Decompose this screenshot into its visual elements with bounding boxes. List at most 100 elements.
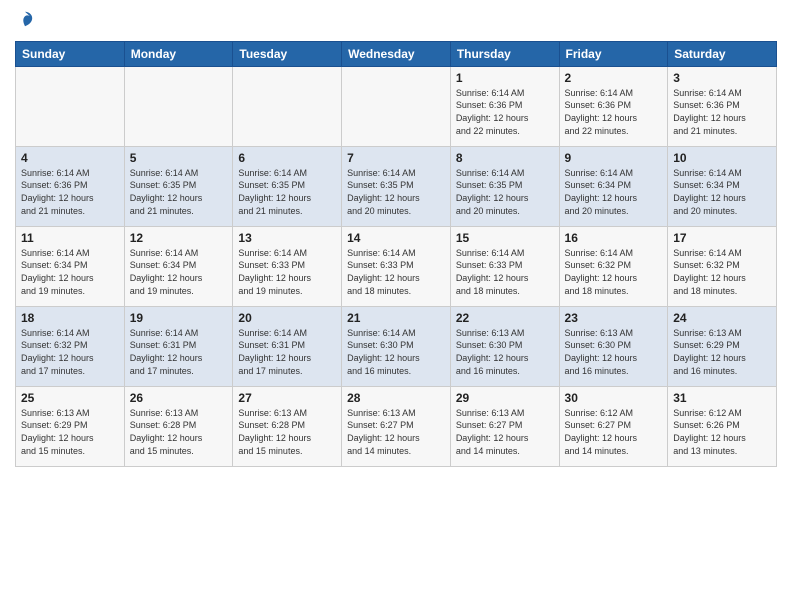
day-number: 16 xyxy=(565,231,663,245)
weekday-header-row: SundayMondayTuesdayWednesdayThursdayFrid… xyxy=(16,41,777,66)
calendar-cell: 26Sunrise: 6:13 AM Sunset: 6:28 PM Dayli… xyxy=(124,386,233,466)
calendar-cell: 4 Sunrise: 6:14 AM Sunset: 6:36 PM Daylig… xyxy=(16,146,125,226)
day-number: 31 xyxy=(673,391,771,405)
day-number: 29 xyxy=(456,391,554,405)
day-number: 15 xyxy=(456,231,554,245)
day-number: 24 xyxy=(673,311,771,325)
day-info: Sunrise: 6:14 AM Sunset: 6:35 PM Dayligh… xyxy=(238,167,336,217)
day-info: Sunrise: 6:12 AM Sunset: 6:27 PM Dayligh… xyxy=(565,407,663,457)
day-info: Sunrise: 6:14 AM Sunset: 6:31 PM Dayligh… xyxy=(238,327,336,377)
calendar-week-row: 1 Sunrise: 6:14 AM Sunset: 6:36 PM Daylig… xyxy=(16,66,777,146)
calendar-table: SundayMondayTuesdayWednesdayThursdayFrid… xyxy=(15,41,777,467)
day-info: Sunrise: 6:14 AM Sunset: 6:34 PM Dayligh… xyxy=(673,167,771,217)
calendar-cell xyxy=(16,66,125,146)
day-number: 4 xyxy=(21,151,119,165)
day-info: Sunrise: 6:14 AM Sunset: 6:36 PM Dayligh… xyxy=(21,167,119,217)
weekday-header-friday: Friday xyxy=(559,41,668,66)
day-number: 6 xyxy=(238,151,336,165)
calendar-cell xyxy=(342,66,451,146)
day-number: 30 xyxy=(565,391,663,405)
weekday-header-thursday: Thursday xyxy=(450,41,559,66)
calendar-cell: 2Sunrise: 6:14 AM Sunset: 6:36 PM Daylig… xyxy=(559,66,668,146)
day-number: 27 xyxy=(238,391,336,405)
calendar-cell: 13Sunrise: 6:14 AM Sunset: 6:33 PM Dayli… xyxy=(233,226,342,306)
day-info: Sunrise: 6:13 AM Sunset: 6:29 PM Dayligh… xyxy=(673,327,771,377)
calendar-cell: 8Sunrise: 6:14 AM Sunset: 6:35 PM Daylig… xyxy=(450,146,559,226)
day-info: Sunrise: 6:14 AM Sunset: 6:34 PM Dayligh… xyxy=(21,247,119,297)
day-info: Sunrise: 6:13 AM Sunset: 6:30 PM Dayligh… xyxy=(565,327,663,377)
day-info: Sunrise: 6:13 AM Sunset: 6:29 PM Dayligh… xyxy=(21,407,119,457)
day-number: 23 xyxy=(565,311,663,325)
calendar-cell: 10 Sunrise: 6:14 AM Sunset: 6:34 PM Dayli… xyxy=(668,146,777,226)
logo xyxy=(15,10,34,33)
logo-text xyxy=(15,10,34,33)
calendar-week-row: 11 Sunrise: 6:14 AM Sunset: 6:34 PM Dayli… xyxy=(16,226,777,306)
day-number: 2 xyxy=(565,71,663,85)
day-info: Sunrise: 6:14 AM Sunset: 6:31 PM Dayligh… xyxy=(130,327,228,377)
day-info: Sunrise: 6:13 AM Sunset: 6:30 PM Dayligh… xyxy=(456,327,554,377)
day-number: 1 xyxy=(456,71,554,85)
day-number: 13 xyxy=(238,231,336,245)
weekday-header-tuesday: Tuesday xyxy=(233,41,342,66)
header xyxy=(15,10,777,33)
calendar-cell: 5 Sunrise: 6:14 AM Sunset: 6:35 PM Daylig… xyxy=(124,146,233,226)
weekday-header-wednesday: Wednesday xyxy=(342,41,451,66)
day-number: 19 xyxy=(130,311,228,325)
calendar-cell: 18Sunrise: 6:14 AM Sunset: 6:32 PM Dayli… xyxy=(16,306,125,386)
day-number: 17 xyxy=(673,231,771,245)
calendar-cell: 7 Sunrise: 6:14 AM Sunset: 6:35 PM Daylig… xyxy=(342,146,451,226)
day-number: 8 xyxy=(456,151,554,165)
calendar-cell: 3 Sunrise: 6:14 AM Sunset: 6:36 PM Daylig… xyxy=(668,66,777,146)
calendar-week-row: 25 Sunrise: 6:13 AM Sunset: 6:29 PM Dayli… xyxy=(16,386,777,466)
calendar-cell: 12Sunrise: 6:14 AM Sunset: 6:34 PM Dayli… xyxy=(124,226,233,306)
day-number: 9 xyxy=(565,151,663,165)
calendar-cell: 14Sunrise: 6:14 AM Sunset: 6:33 PM Dayli… xyxy=(342,226,451,306)
day-info: Sunrise: 6:13 AM Sunset: 6:27 PM Dayligh… xyxy=(456,407,554,457)
calendar-cell: 24 Sunrise: 6:13 AM Sunset: 6:29 PM Dayli… xyxy=(668,306,777,386)
day-info: Sunrise: 6:14 AM Sunset: 6:34 PM Dayligh… xyxy=(565,167,663,217)
calendar-cell: 17 Sunrise: 6:14 AM Sunset: 6:32 PM Dayli… xyxy=(668,226,777,306)
day-info: Sunrise: 6:14 AM Sunset: 6:35 PM Dayligh… xyxy=(130,167,228,217)
day-number: 25 xyxy=(21,391,119,405)
calendar-cell: 27 Sunrise: 6:13 AM Sunset: 6:28 PM Dayli… xyxy=(233,386,342,466)
day-number: 22 xyxy=(456,311,554,325)
day-info: Sunrise: 6:14 AM Sunset: 6:33 PM Dayligh… xyxy=(456,247,554,297)
calendar-cell: 16 Sunrise: 6:14 AM Sunset: 6:32 PM Dayli… xyxy=(559,226,668,306)
day-number: 20 xyxy=(238,311,336,325)
calendar-week-row: 18Sunrise: 6:14 AM Sunset: 6:32 PM Dayli… xyxy=(16,306,777,386)
calendar-cell: 29 Sunrise: 6:13 AM Sunset: 6:27 PM Dayli… xyxy=(450,386,559,466)
day-info: Sunrise: 6:14 AM Sunset: 6:34 PM Dayligh… xyxy=(130,247,228,297)
calendar-week-row: 4 Sunrise: 6:14 AM Sunset: 6:36 PM Daylig… xyxy=(16,146,777,226)
calendar-cell: 20 Sunrise: 6:14 AM Sunset: 6:31 PM Dayli… xyxy=(233,306,342,386)
day-info: Sunrise: 6:14 AM Sunset: 6:32 PM Dayligh… xyxy=(21,327,119,377)
calendar-cell: 23 Sunrise: 6:13 AM Sunset: 6:30 PM Dayli… xyxy=(559,306,668,386)
day-info: Sunrise: 6:14 AM Sunset: 6:32 PM Dayligh… xyxy=(673,247,771,297)
day-info: Sunrise: 6:14 AM Sunset: 6:36 PM Dayligh… xyxy=(673,87,771,137)
calendar-cell: 1Sunrise: 6:14 AM Sunset: 6:36 PM Daylig… xyxy=(450,66,559,146)
day-info: Sunrise: 6:12 AM Sunset: 6:26 PM Dayligh… xyxy=(673,407,771,457)
calendar-cell: 19 Sunrise: 6:14 AM Sunset: 6:31 PM Dayli… xyxy=(124,306,233,386)
day-info: Sunrise: 6:13 AM Sunset: 6:27 PM Dayligh… xyxy=(347,407,445,457)
day-number: 21 xyxy=(347,311,445,325)
day-info: Sunrise: 6:14 AM Sunset: 6:32 PM Dayligh… xyxy=(565,247,663,297)
day-number: 10 xyxy=(673,151,771,165)
day-number: 7 xyxy=(347,151,445,165)
weekday-header-sunday: Sunday xyxy=(16,41,125,66)
day-number: 11 xyxy=(21,231,119,245)
calendar-cell: 30 Sunrise: 6:12 AM Sunset: 6:27 PM Dayli… xyxy=(559,386,668,466)
calendar-cell: 9 Sunrise: 6:14 AM Sunset: 6:34 PM Daylig… xyxy=(559,146,668,226)
calendar-cell xyxy=(124,66,233,146)
day-number: 3 xyxy=(673,71,771,85)
day-info: Sunrise: 6:14 AM Sunset: 6:35 PM Dayligh… xyxy=(347,167,445,217)
day-info: Sunrise: 6:13 AM Sunset: 6:28 PM Dayligh… xyxy=(130,407,228,457)
day-number: 5 xyxy=(130,151,228,165)
calendar-cell xyxy=(233,66,342,146)
logo-bird-icon xyxy=(16,10,34,28)
day-info: Sunrise: 6:13 AM Sunset: 6:28 PM Dayligh… xyxy=(238,407,336,457)
weekday-header-saturday: Saturday xyxy=(668,41,777,66)
calendar-cell: 22 Sunrise: 6:13 AM Sunset: 6:30 PM Dayli… xyxy=(450,306,559,386)
calendar-cell: 21 Sunrise: 6:14 AM Sunset: 6:30 PM Dayli… xyxy=(342,306,451,386)
day-info: Sunrise: 6:14 AM Sunset: 6:33 PM Dayligh… xyxy=(347,247,445,297)
calendar-cell: 15 Sunrise: 6:14 AM Sunset: 6:33 PM Dayli… xyxy=(450,226,559,306)
day-info: Sunrise: 6:14 AM Sunset: 6:30 PM Dayligh… xyxy=(347,327,445,377)
